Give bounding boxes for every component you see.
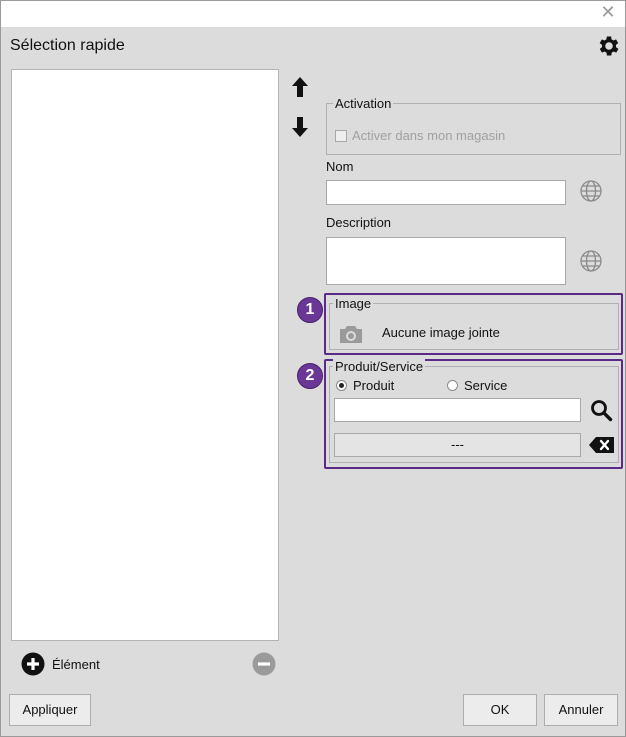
arrow-up-icon[interactable] xyxy=(290,75,310,99)
radio-service[interactable]: Service xyxy=(447,378,507,393)
callout-badge-1: 1 xyxy=(297,297,323,323)
add-element-label[interactable]: Élément xyxy=(52,657,100,672)
activate-store-checkbox[interactable] xyxy=(335,129,347,142)
radio-service-button[interactable] xyxy=(447,380,458,391)
image-legend: Image xyxy=(333,296,374,311)
product-selection-display[interactable]: --- xyxy=(334,433,581,457)
description-label: Description xyxy=(326,215,392,230)
radio-service-label: Service xyxy=(464,378,508,393)
search-icon[interactable] xyxy=(589,398,613,422)
product-search-input[interactable] xyxy=(334,398,581,422)
image-status: Aucune image jointe xyxy=(382,325,500,340)
callout-badge-2: 2 xyxy=(297,363,323,389)
quick-selection-dialog: ✕ Sélection rapide Activation Activer da… xyxy=(0,0,626,737)
plus-circle-icon[interactable] xyxy=(21,652,45,676)
ok-button[interactable]: OK xyxy=(463,694,537,726)
element-list[interactable] xyxy=(11,69,279,641)
activate-store-checkbox-row[interactable]: Activer dans mon magasin xyxy=(335,128,505,143)
product-service-legend: Produit/Service xyxy=(333,359,426,374)
cancel-button[interactable]: Annuler xyxy=(544,694,618,726)
backspace-clear-icon[interactable] xyxy=(588,433,616,457)
arrow-down-icon[interactable] xyxy=(290,115,310,139)
nom-input[interactable] xyxy=(326,180,566,205)
radio-produit-button[interactable] xyxy=(336,380,347,391)
radio-produit[interactable]: Produit xyxy=(336,378,394,393)
title-bar: ✕ xyxy=(1,1,625,27)
radio-produit-label: Produit xyxy=(353,378,395,393)
activation-legend: Activation xyxy=(333,96,394,111)
globe-icon[interactable] xyxy=(578,248,604,274)
description-input[interactable] xyxy=(326,237,566,285)
close-icon[interactable]: ✕ xyxy=(599,4,617,22)
gear-icon[interactable] xyxy=(596,33,622,59)
apply-button[interactable]: Appliquer xyxy=(9,694,91,726)
minus-circle-icon[interactable] xyxy=(252,652,276,676)
activation-group: Activation Activer dans mon magasin xyxy=(326,96,621,155)
dialog-title: Sélection rapide xyxy=(10,37,125,54)
nom-label: Nom xyxy=(326,159,354,174)
activate-store-label: Activer dans mon magasin xyxy=(352,128,506,143)
globe-icon[interactable] xyxy=(578,178,604,204)
camera-icon[interactable] xyxy=(337,323,365,345)
